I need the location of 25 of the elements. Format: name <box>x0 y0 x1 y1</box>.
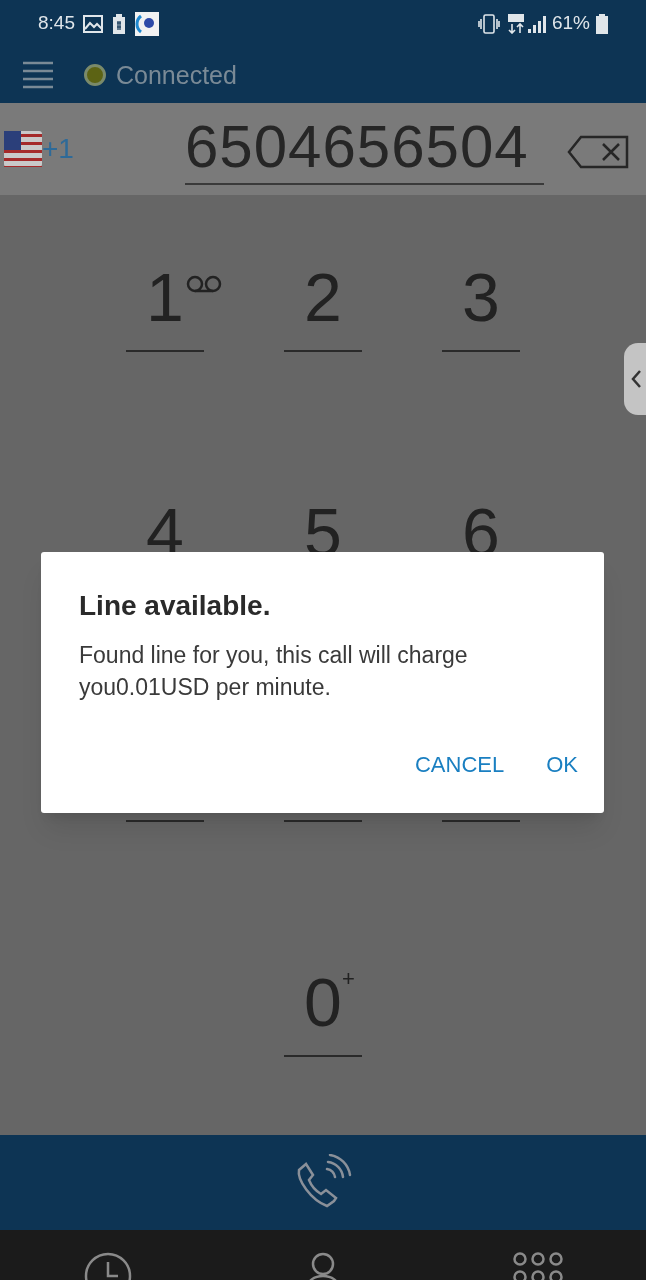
side-handle[interactable] <box>624 343 646 415</box>
keypad-key[interactable]: 1 <box>146 261 184 333</box>
keypad-key[interactable]: 2 <box>304 261 342 333</box>
keypad-icon[interactable] <box>513 1252 564 1280</box>
chevron-left-icon <box>630 369 642 389</box>
ok-button[interactable]: OK <box>540 746 584 783</box>
vibrate-icon <box>477 13 500 34</box>
mobile-data-icon <box>507 13 524 34</box>
app-icon <box>135 11 159 36</box>
plus-sign: + <box>341 968 355 990</box>
keypad-key[interactable]: 3 <box>462 261 500 333</box>
clock-icon[interactable] <box>83 1252 132 1280</box>
connection-status: Connected <box>116 59 237 91</box>
battery-charge-icon <box>113 13 125 34</box>
image-icon <box>83 14 103 33</box>
backspace-icon[interactable] <box>567 135 629 170</box>
dialog-title: Line available. <box>79 589 272 623</box>
dialog-message: Found line for you, this call will charge you0.01USD per minute. <box>79 641 469 702</box>
flag-icon[interactable] <box>4 131 42 168</box>
battery-percent: 61% <box>551 11 590 36</box>
signal-icon <box>527 14 548 33</box>
battery-icon <box>596 13 608 34</box>
status-time: 8:45 <box>38 11 75 36</box>
phone-number-field[interactable]: 6504656504 <box>185 111 544 186</box>
cancel-button[interactable]: CANCEL <box>408 746 511 783</box>
